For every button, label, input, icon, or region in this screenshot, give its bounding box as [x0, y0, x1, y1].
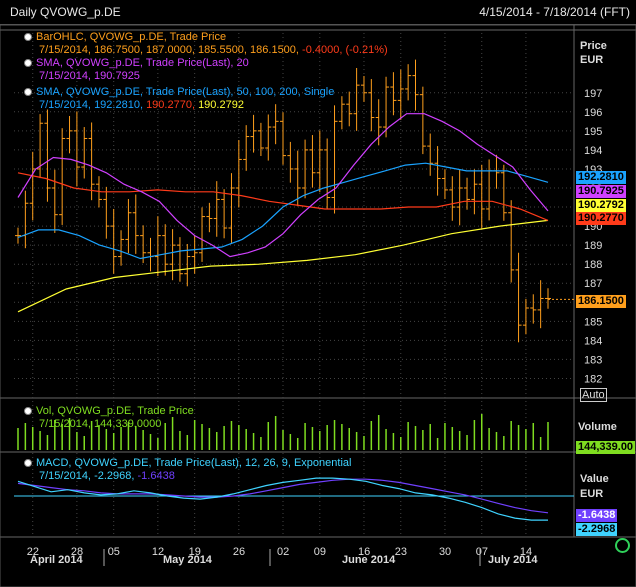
price-tick-label: 184: [584, 335, 602, 347]
legend-pin-icon: [24, 407, 32, 416]
legend-pin-icon: [24, 459, 32, 468]
x-day-label: 05: [108, 546, 120, 558]
legend-vol-line1: Vol, QVOWG_p.DE, Trade Price: [36, 405, 194, 417]
legend-macd-date: 7/15/2014,: [39, 470, 91, 482]
tag-signal: -1.6438: [576, 509, 618, 522]
price-tick-label: 196: [584, 107, 602, 119]
status-indicator-icon[interactable]: [615, 538, 630, 553]
price-tick-label: 183: [584, 354, 602, 366]
legend-bar-values: 186.7500, 187.0000, 185.5500, 186.1500,: [94, 44, 299, 56]
legend-macd-line1: MACD, QVOWG_p.DE, Trade Price(Last), 12,…: [36, 457, 352, 469]
window-title: Daily QVOWG_p.DE: [10, 5, 121, 19]
date-range: 4/15/2014 - 7/18/2014 (FFT): [479, 5, 630, 19]
x-day-label: 09: [314, 546, 326, 558]
price-axis-unit: EUR: [580, 54, 604, 66]
legend-sma20-line2: 7/15/2014, 190.7925: [39, 70, 140, 82]
price-axis-title: Price: [580, 40, 607, 52]
auto-scale-button[interactable]: Auto: [580, 388, 607, 402]
legend-sma-multi[interactable]: SMA, QVOWG_p.DE, Trade Price(Last), 50, …: [24, 86, 334, 112]
x-month-label: June 2014: [342, 554, 396, 566]
legend-bar-change: -0.4000, (-0.21%): [302, 44, 388, 56]
tag-sma50: 192.2810: [576, 171, 626, 184]
legend-pin-icon: [24, 33, 32, 42]
legend-sma20[interactable]: SMA, QVOWG_p.DE, Trade Price(Last), 20 7…: [24, 57, 249, 83]
price-tick-label: 189: [584, 240, 602, 252]
price-tick-label: 195: [584, 126, 602, 138]
x-month-label: July 2014: [488, 554, 538, 566]
x-day-label: 23: [395, 546, 407, 558]
tag-volume: 144,339.00: [576, 441, 636, 454]
legend-pin-icon: [24, 59, 32, 68]
price-tick-label: 182: [584, 373, 602, 385]
legend-signal-value: -1.6438: [137, 470, 175, 482]
price-tick-label: 187: [584, 278, 602, 290]
price-tick-label: 185: [584, 316, 602, 328]
price-tick-label: 194: [584, 145, 602, 157]
macd-axis-unit: EUR: [580, 488, 604, 500]
legend-sma-multi-date: 7/15/2014,: [39, 99, 91, 111]
tag-sma20: 190.7925: [576, 185, 626, 198]
legend-sma20-line1: SMA, QVOWG_p.DE, Trade Price(Last), 20: [36, 57, 249, 69]
legend-bar-date: 7/15/2014,: [39, 44, 91, 56]
legend-sma100-value: 190.2770,: [146, 99, 195, 111]
macd-axis-title: Value: [580, 473, 609, 485]
tag-last-price: 186.1500: [576, 295, 626, 308]
legend-vol-line2: 7/15/2014, 144,339.0000: [39, 418, 162, 430]
x-day-label: 02: [277, 546, 289, 558]
x-day-label: 07: [476, 546, 488, 558]
legend-sma200-value: 190.2792: [198, 99, 244, 111]
price-tick-label: 197: [584, 88, 602, 100]
legend-sma-multi-line1: SMA, QVOWG_p.DE, Trade Price(Last), 50, …: [36, 86, 335, 98]
tag-sma100: 190.2770: [576, 212, 626, 225]
x-month-label: May 2014: [163, 554, 213, 566]
legend-vol[interactable]: Vol, QVOWG_p.DE, Trade Price 7/15/2014, …: [24, 405, 194, 431]
legend-sma50-value: 192.2810,: [94, 99, 143, 111]
price-tick-label: 188: [584, 259, 602, 271]
legend-pin-icon: [24, 88, 32, 97]
tag-sma200: 190.2792: [576, 199, 626, 212]
x-day-label: 30: [439, 546, 451, 558]
tag-macd: -2.2968: [576, 523, 618, 536]
legend-macd-value: -2.2968,: [94, 470, 135, 482]
volume-axis-title: Volume: [578, 421, 617, 433]
legend-bar[interactable]: BarOHLC, QVOWG_p.DE, Trade Price 7/15/20…: [24, 31, 388, 57]
x-day-label: 26: [233, 546, 245, 558]
legend-bar-line1: BarOHLC, QVOWG_p.DE, Trade Price: [36, 31, 227, 43]
window-header: Daily QVOWG_p.DE 4/15/2014 - 7/18/2014 (…: [0, 0, 636, 25]
x-month-label: April 2014: [30, 554, 83, 566]
legend-macd[interactable]: MACD, QVOWG_p.DE, Trade Price(Last), 12,…: [24, 457, 351, 483]
